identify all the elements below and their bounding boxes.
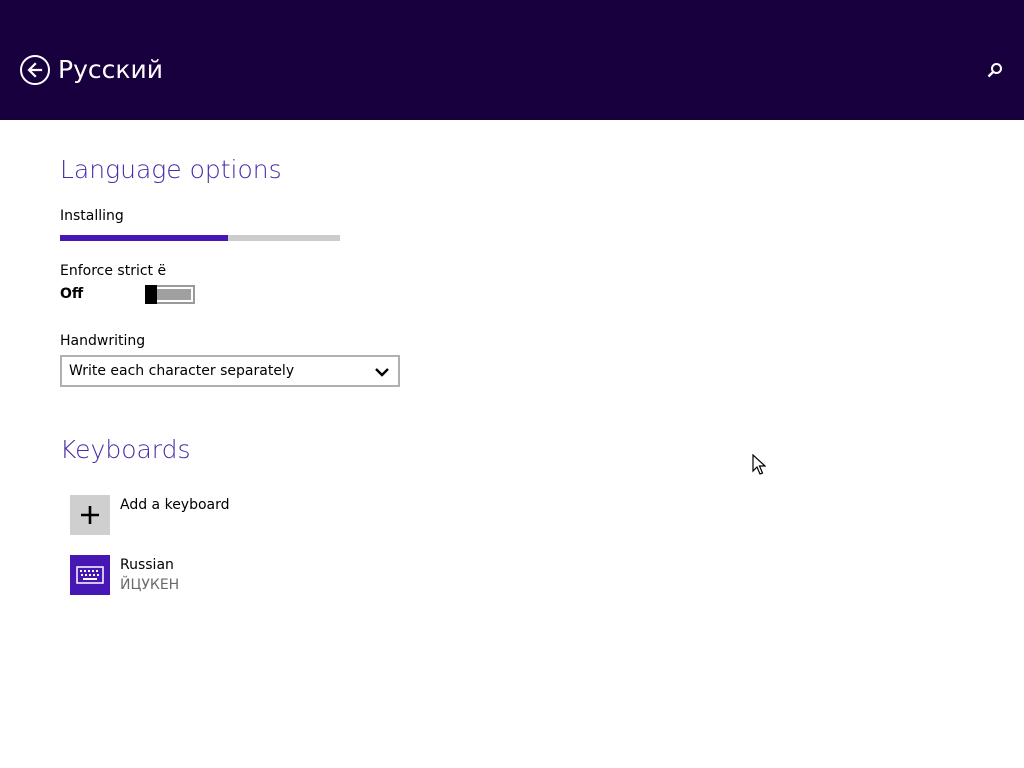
enforce-strict-state: Off — [60, 286, 84, 302]
keyboard-icon — [76, 566, 104, 584]
enforce-strict-label: Enforce strict ё — [60, 263, 167, 279]
keyboards-heading: Keyboards — [60, 435, 191, 464]
install-progress-bar — [60, 235, 340, 241]
add-keyboard-button[interactable]: Add a keyboard — [70, 495, 370, 535]
chevron-down-icon — [375, 368, 389, 377]
keyboard-layout: ЙЦУКЕН — [120, 577, 180, 593]
toggle-thumb[interactable] — [145, 285, 157, 304]
enforce-strict-toggle[interactable] — [145, 285, 195, 304]
handwriting-select[interactable]: Write each character separately — [60, 355, 400, 387]
search-icon — [987, 63, 1002, 78]
plus-icon — [81, 506, 99, 524]
keyboard-item-russian[interactable]: Russian ЙЦУКЕН — [70, 555, 370, 595]
app-header: Русский — [0, 0, 1024, 120]
handwriting-label: Handwriting — [60, 333, 146, 349]
install-progress-fill — [60, 235, 228, 241]
back-arrow-icon — [27, 62, 43, 78]
add-keyboard-label: Add a keyboard — [120, 497, 230, 513]
page-title: Русский — [58, 55, 163, 84]
language-options-heading: Language options — [60, 155, 282, 184]
mouse-cursor-icon — [752, 454, 766, 475]
keyboard-name: Russian — [120, 557, 174, 573]
add-tile — [70, 495, 110, 535]
installing-label: Installing — [60, 208, 124, 224]
handwriting-select-value: Write each character separately — [69, 363, 295, 379]
search-button[interactable] — [985, 60, 1005, 80]
keyboard-tile — [70, 555, 110, 595]
back-button[interactable] — [20, 55, 50, 85]
